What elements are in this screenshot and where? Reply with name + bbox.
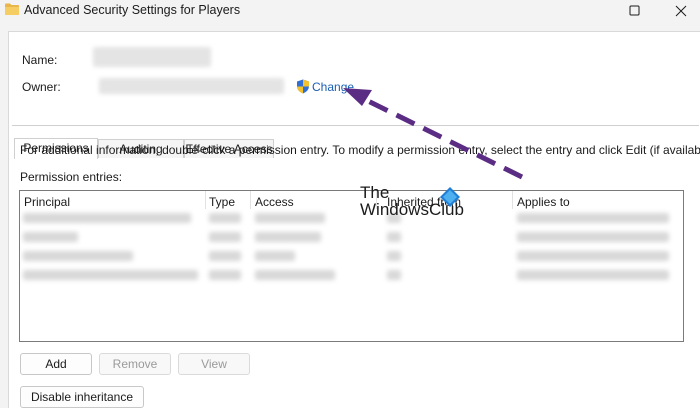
table-row[interactable] <box>21 228 682 246</box>
access-cell <box>255 251 295 261</box>
type-cell <box>209 232 241 242</box>
principal-cell <box>23 251 133 261</box>
type-cell <box>209 270 241 280</box>
info-text: For additional information, double-click… <box>20 143 700 157</box>
column-header-applies-to[interactable]: Applies to <box>517 195 570 209</box>
table-row[interactable] <box>21 266 682 284</box>
access-cell <box>255 270 335 280</box>
maximize-button[interactable] <box>612 0 658 22</box>
type-cell <box>209 213 241 223</box>
column-separator <box>250 191 251 209</box>
applies-to-cell <box>517 213 669 223</box>
principal-cell <box>23 213 191 223</box>
principal-cell <box>23 270 198 280</box>
inherited-cell <box>387 232 401 242</box>
applies-to-cell <box>517 232 669 242</box>
column-header-access[interactable]: Access <box>255 195 294 209</box>
maximize-icon <box>629 5 640 16</box>
view-button[interactable]: View <box>178 353 250 375</box>
permission-entries-label: Permission entries: <box>20 170 123 184</box>
permission-entries-list[interactable]: Principal Type Access Inherited from App… <box>19 190 684 342</box>
column-header-type[interactable]: Type <box>209 195 235 209</box>
uac-shield-icon <box>297 79 309 94</box>
name-value <box>93 47 211 67</box>
access-cell <box>255 213 325 223</box>
tab-panel-border <box>12 125 699 126</box>
access-cell <box>255 232 321 242</box>
table-row[interactable] <box>21 209 682 227</box>
folder-icon <box>5 3 19 15</box>
change-link-text: Change <box>312 80 355 94</box>
type-cell <box>209 251 241 261</box>
owner-value <box>99 78 284 94</box>
principal-cell <box>23 232 78 242</box>
applies-to-cell <box>517 270 669 280</box>
table-row[interactable] <box>21 247 682 265</box>
add-button[interactable]: Add <box>20 353 92 375</box>
close-button[interactable] <box>658 0 700 22</box>
remove-button[interactable]: Remove <box>99 353 171 375</box>
thewindowsclub-watermark: The WindowsClub <box>360 183 470 223</box>
disable-inheritance-button[interactable]: Disable inheritance <box>20 386 144 408</box>
column-separator <box>205 191 206 209</box>
window-title: Advanced Security Settings for Players <box>24 3 241 17</box>
title-bar: Advanced Security Settings for Players <box>0 0 700 24</box>
applies-to-cell <box>517 251 669 261</box>
inherited-cell <box>387 251 401 261</box>
column-header-principal[interactable]: Principal <box>24 195 70 209</box>
owner-label: Owner: <box>22 80 61 94</box>
name-label: Name: <box>22 53 58 67</box>
inherited-cell <box>387 270 401 280</box>
close-icon <box>675 5 687 17</box>
column-separator <box>512 191 513 209</box>
windowsclub-logo-icon <box>440 187 460 207</box>
